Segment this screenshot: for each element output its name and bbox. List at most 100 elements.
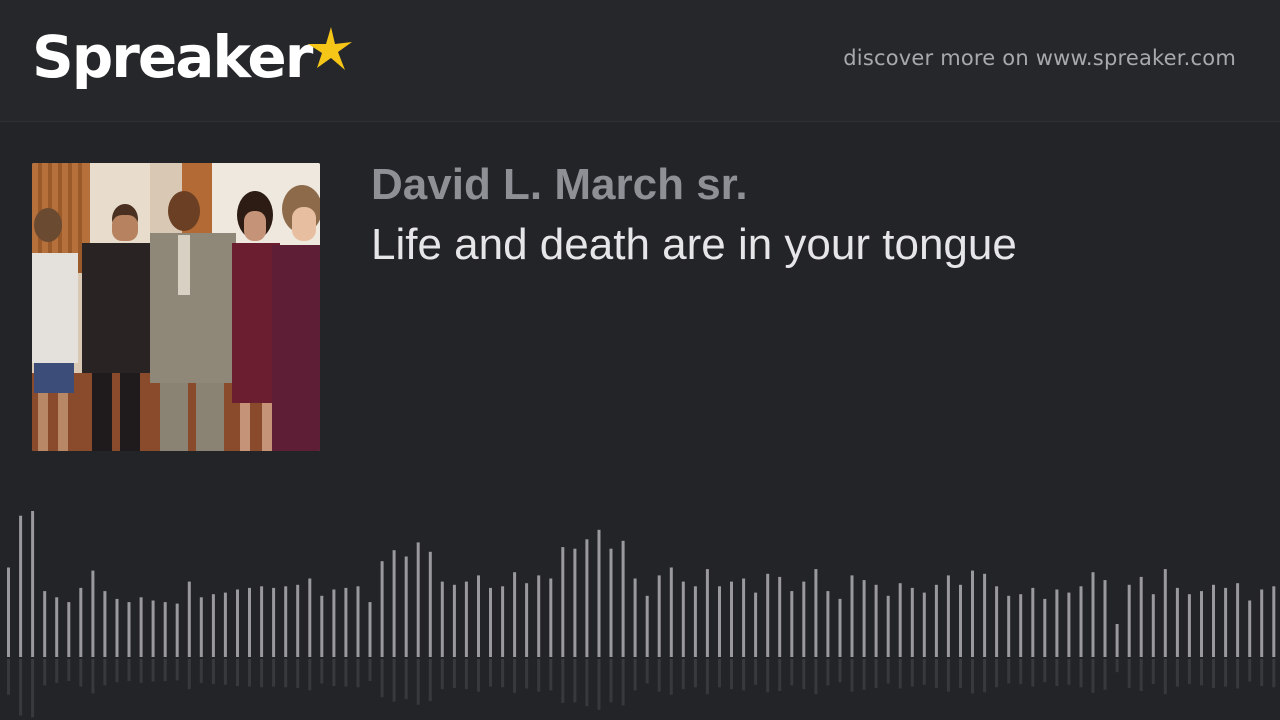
waveform-bar-reflection <box>1019 659 1023 685</box>
waveform-bar-reflection <box>440 659 444 690</box>
waveform-bar-reflection <box>320 659 324 684</box>
waveform-bar-reflection <box>513 659 517 693</box>
waveform-bar <box>959 584 962 657</box>
waveform-bar <box>730 581 733 657</box>
waveform-bar <box>115 598 119 657</box>
waveform-bar-reflection <box>1260 659 1264 686</box>
star-icon <box>308 27 353 70</box>
waveform-bar-reflection <box>392 659 396 702</box>
waveform-bar-reflection <box>43 659 47 686</box>
waveform-bar <box>236 589 239 657</box>
waveform-bar-reflection <box>1127 659 1131 688</box>
waveform-bar-reflection <box>633 659 637 691</box>
waveform-bar-reflection <box>1043 659 1047 683</box>
waveform-bar <box>260 586 264 657</box>
waveform-bar <box>549 578 553 657</box>
waveform-bar <box>127 602 131 657</box>
waveform-bar <box>1163 569 1167 657</box>
episode-cover-image <box>32 163 320 451</box>
waveform-bar-reflection <box>67 659 71 681</box>
waveform-bar-reflection <box>621 659 625 706</box>
logo-text: Spreaker <box>32 23 313 91</box>
waveform-bar <box>766 573 770 657</box>
waveform-bar <box>814 569 818 657</box>
waveform-bar <box>705 569 709 657</box>
waveform-bar <box>946 575 950 657</box>
waveform-bar <box>344 587 348 657</box>
waveform-bar <box>718 586 721 657</box>
waveform-bar-reflection <box>1115 659 1119 673</box>
waveform-bar <box>597 529 601 657</box>
waveform-bar <box>7 567 10 657</box>
waveform-bar <box>440 581 444 657</box>
waveform-bar-reflection <box>597 659 601 710</box>
waveform-bar <box>1200 591 1203 657</box>
waveform-bar-reflection <box>55 659 59 683</box>
discover-more-link[interactable]: discover more on www.spreaker.com <box>843 46 1236 70</box>
waveform-bar <box>838 598 842 657</box>
waveform-bar-reflection <box>1248 659 1252 682</box>
waveform-bar-reflection <box>416 659 420 705</box>
waveform-bar-reflection <box>380 659 384 698</box>
waveform-bar-reflection <box>103 659 107 686</box>
waveform-bar-reflection <box>573 659 577 703</box>
waveform-bar-reflection <box>645 659 649 684</box>
waveform-bar-reflection <box>910 659 914 687</box>
waveform-bar <box>1248 600 1252 657</box>
waveform-bar-reflection <box>838 659 842 683</box>
waveform-bar-reflection <box>308 659 312 691</box>
waveform-bar-reflection <box>995 659 999 688</box>
spreaker-logo[interactable]: Spreaker <box>32 24 353 96</box>
header-bar: Spreaker discover more on www.spreaker.c… <box>0 0 1280 122</box>
waveform-bar-reflection <box>79 659 83 687</box>
waveform-bar-reflection <box>1139 659 1143 691</box>
waveform-bar-reflection <box>898 659 902 689</box>
waveform-bar-reflection <box>489 659 492 687</box>
waveform-bar-reflection <box>175 659 179 681</box>
waveform-bar <box>163 602 167 657</box>
waveform-bar-reflection <box>946 659 950 692</box>
waveform-bar-reflection <box>248 659 251 687</box>
waveform-bar <box>1187 594 1191 657</box>
waveform-bar <box>754 592 758 657</box>
waveform-bar <box>175 603 179 657</box>
waveform-bar-reflection <box>874 659 878 688</box>
waveform-bar <box>621 540 625 657</box>
waveform-bar <box>1091 572 1095 657</box>
waveform-bar <box>1224 587 1228 657</box>
waveform-bar-reflection <box>127 659 131 681</box>
waveform-bar-reflection <box>669 659 673 695</box>
waveform-bar-reflection <box>934 659 938 688</box>
spreaker-player: Spreaker discover more on www.spreaker.c… <box>0 0 1280 720</box>
waveform-bar <box>693 586 697 657</box>
waveform-bar <box>223 592 227 657</box>
waveform-bar <box>850 575 854 657</box>
waveform-bar-reflection <box>344 659 348 687</box>
waveform-bar <box>139 597 143 657</box>
waveform-bar <box>802 581 806 657</box>
waveform-bar <box>1272 586 1276 657</box>
waveform-bar-reflection <box>296 659 300 688</box>
waveform-bar-reflection <box>31 659 35 718</box>
waveform-bar <box>55 597 59 657</box>
waveform-bar <box>898 583 902 657</box>
waveform-bar-reflection <box>971 659 974 694</box>
waveform-bar <box>1236 583 1240 657</box>
waveform-bar-reflection <box>693 659 697 688</box>
waveform-bar-reflection <box>754 659 758 685</box>
waveform-bar <box>368 602 372 657</box>
waveform-bar <box>573 548 577 657</box>
waveform-bar <box>1103 580 1107 657</box>
waveform-bar-reflection <box>404 659 408 700</box>
waveform-bar <box>151 600 155 657</box>
waveform-bar <box>187 581 191 657</box>
waveform-bar <box>609 548 613 657</box>
waveform-bar-reflection <box>187 659 191 690</box>
waveform-bar-reflection <box>501 659 505 688</box>
audio-waveform[interactable] <box>0 500 1280 720</box>
waveform-bar <box>272 587 276 657</box>
waveform-bar <box>886 595 890 657</box>
waveform-bar-reflection <box>790 659 794 686</box>
waveform-bar <box>657 575 661 657</box>
waveform-bar <box>477 575 480 657</box>
